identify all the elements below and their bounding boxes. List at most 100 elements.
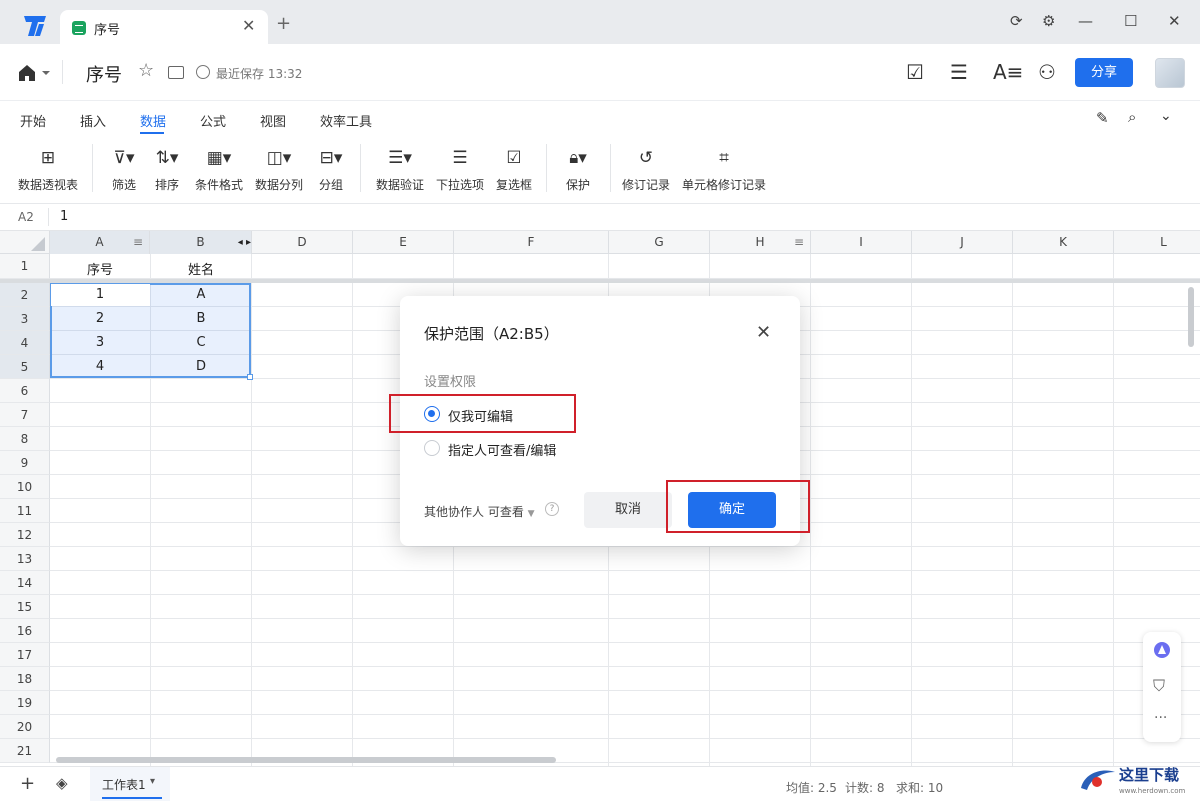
settings-icon[interactable]: ⚙ — [1042, 12, 1055, 30]
row-header[interactable]: 19 — [0, 691, 50, 715]
tab-efficiency-tools[interactable]: 效率工具 — [320, 111, 372, 130]
row-header[interactable]: 16 — [0, 619, 50, 643]
column-header-g[interactable]: G — [609, 231, 710, 254]
cell-a3[interactable]: 2 — [50, 311, 150, 326]
app-logo-icon[interactable] — [22, 14, 48, 38]
sheets-list-icon[interactable]: ◈ — [56, 774, 68, 792]
row-header[interactable]: 15 — [0, 595, 50, 619]
column-header-k[interactable]: K — [1013, 231, 1114, 254]
column-header-f[interactable]: F — [454, 231, 609, 254]
move-to-folder-icon[interactable] — [168, 66, 184, 79]
filter-button[interactable]: ⊽▾ 筛选 — [102, 134, 146, 204]
row-header[interactable]: 13 — [0, 547, 50, 571]
row-header[interactable]: 10 — [0, 475, 50, 499]
cell-a1[interactable]: 序号 — [50, 259, 150, 279]
row-header[interactable]: 20 — [0, 715, 50, 739]
revision-history-button[interactable]: ↺ 修订记录 — [618, 134, 674, 204]
home-icon[interactable] — [18, 64, 52, 82]
share-button[interactable]: 分享 — [1075, 58, 1133, 87]
search-icon[interactable]: ⌕ — [1128, 108, 1136, 126]
row-header[interactable]: 9 — [0, 451, 50, 475]
formula-input[interactable]: 1 — [60, 209, 68, 224]
row-header[interactable]: 14 — [0, 571, 50, 595]
row-header[interactable]: 3 — [0, 307, 50, 331]
font-format-icon[interactable]: A≡ — [993, 60, 1023, 84]
row-header[interactable]: 18 — [0, 667, 50, 691]
row-header[interactable]: 1 — [0, 254, 50, 279]
menu-icon[interactable]: ☰ — [950, 60, 968, 84]
help-icon[interactable]: ? — [545, 502, 559, 516]
tab-insert[interactable]: 插入 — [80, 111, 106, 130]
close-window-icon[interactable]: ✕ — [1168, 12, 1181, 30]
select-all-corner[interactable] — [0, 231, 50, 254]
horizontal-scrollbar[interactable] — [56, 757, 556, 763]
conditional-format-button[interactable]: ▦▾ 条件格式 — [192, 134, 246, 204]
row-header[interactable]: 12 — [0, 523, 50, 547]
cell-a2[interactable]: 1 — [50, 287, 150, 302]
dropdown-options-button[interactable]: ☰ 下拉选项 — [432, 134, 488, 204]
protect-button[interactable]: 🔒︎▾ 保护 — [556, 134, 600, 204]
row-header[interactable]: 5 — [0, 355, 50, 379]
tab-data[interactable]: 数据 — [140, 111, 166, 130]
brush-icon[interactable]: ✎ — [1096, 109, 1109, 127]
sort-button[interactable]: ⇅▾ 排序 — [146, 134, 188, 204]
column-header-i[interactable]: I — [811, 231, 912, 254]
column-header-e[interactable]: E — [353, 231, 454, 254]
cell-a4[interactable]: 3 — [50, 335, 150, 350]
cell-a5[interactable]: 4 — [50, 359, 150, 374]
star-icon[interactable]: ☆ — [138, 60, 154, 81]
sheet-tab[interactable]: 工作表1 ▾ — [90, 767, 170, 801]
maximize-icon[interactable]: ☐ — [1124, 12, 1137, 30]
sheet-tab-dropdown-icon[interactable]: ▾ — [150, 776, 155, 787]
collapse-chevron-icon[interactable]: ⌄ — [1160, 108, 1172, 124]
column-header-a[interactable]: A ≡ — [50, 231, 150, 254]
cell-b3[interactable]: B — [150, 311, 252, 326]
vertical-scrollbar[interactable] — [1188, 287, 1194, 347]
document-tab[interactable]: 序号 ✕ — [60, 10, 268, 44]
group-button[interactable]: ⊟▾ 分组 — [312, 134, 350, 204]
row-header[interactable]: 4 — [0, 331, 50, 355]
cell-b5[interactable]: D — [150, 359, 252, 374]
theme-shirt-icon[interactable]: ⛉ — [1153, 676, 1165, 696]
row-header[interactable]: 17 — [0, 643, 50, 667]
cell-revision-history-button[interactable]: ⌗ 单元格修订记录 — [680, 134, 768, 204]
cancel-button[interactable]: 取消 — [584, 492, 672, 528]
specific-people-radio[interactable] — [424, 440, 440, 456]
column-header-l[interactable]: L — [1114, 231, 1200, 254]
tab-start[interactable]: 开始 — [20, 111, 46, 130]
document-title[interactable]: 序号 — [86, 61, 122, 87]
tab-formula[interactable]: 公式 — [200, 111, 226, 130]
close-dialog-icon[interactable]: ✕ — [756, 322, 771, 343]
tab-view[interactable]: 视图 — [260, 111, 286, 130]
row-header[interactable]: 8 — [0, 427, 50, 451]
cell-b2[interactable]: A — [150, 287, 252, 302]
row-header[interactable]: 21 — [0, 739, 50, 763]
column-header-j[interactable]: J — [912, 231, 1013, 254]
avatar[interactable] — [1155, 58, 1185, 88]
row-header[interactable]: 7 — [0, 403, 50, 427]
column-header-h[interactable]: H ≡ — [710, 231, 811, 254]
specific-people-label[interactable]: 指定人可查看/编辑 — [448, 440, 556, 459]
data-validation-button[interactable]: ☰▾ 数据验证 — [372, 134, 428, 204]
row-header[interactable]: 6 — [0, 379, 50, 403]
task-add-icon[interactable]: ☑ — [906, 60, 924, 84]
column-header-b[interactable]: B ◂ ▸ — [150, 231, 252, 254]
add-sheet-icon[interactable]: + — [20, 773, 35, 794]
fill-handle[interactable] — [247, 374, 253, 380]
ai-assistant-icon[interactable] — [1153, 641, 1171, 659]
split-column-button[interactable]: ◫▾ 数据分列 — [252, 134, 306, 204]
cell-b1[interactable]: 姓名 — [150, 259, 252, 279]
cell-reference[interactable]: A2 — [18, 210, 34, 224]
more-icon[interactable]: ··· — [1154, 710, 1167, 726]
cell-b4[interactable]: C — [150, 335, 252, 350]
collaborators-permission-select[interactable]: 其他协作人 可查看 ▼ — [424, 503, 535, 520]
sync-icon[interactable]: ⟳ — [1010, 12, 1023, 30]
new-tab-icon[interactable]: + — [276, 15, 291, 33]
row-header[interactable]: 2 — [0, 283, 50, 307]
checkbox-button[interactable]: ☑ 复选框 — [492, 134, 536, 204]
add-user-icon[interactable]: ⚇ — [1038, 60, 1056, 84]
minimize-icon[interactable]: — — [1078, 12, 1093, 30]
row-header[interactable]: 11 — [0, 499, 50, 523]
column-header-d[interactable]: D — [252, 231, 353, 254]
close-tab-icon[interactable]: ✕ — [242, 16, 255, 35]
